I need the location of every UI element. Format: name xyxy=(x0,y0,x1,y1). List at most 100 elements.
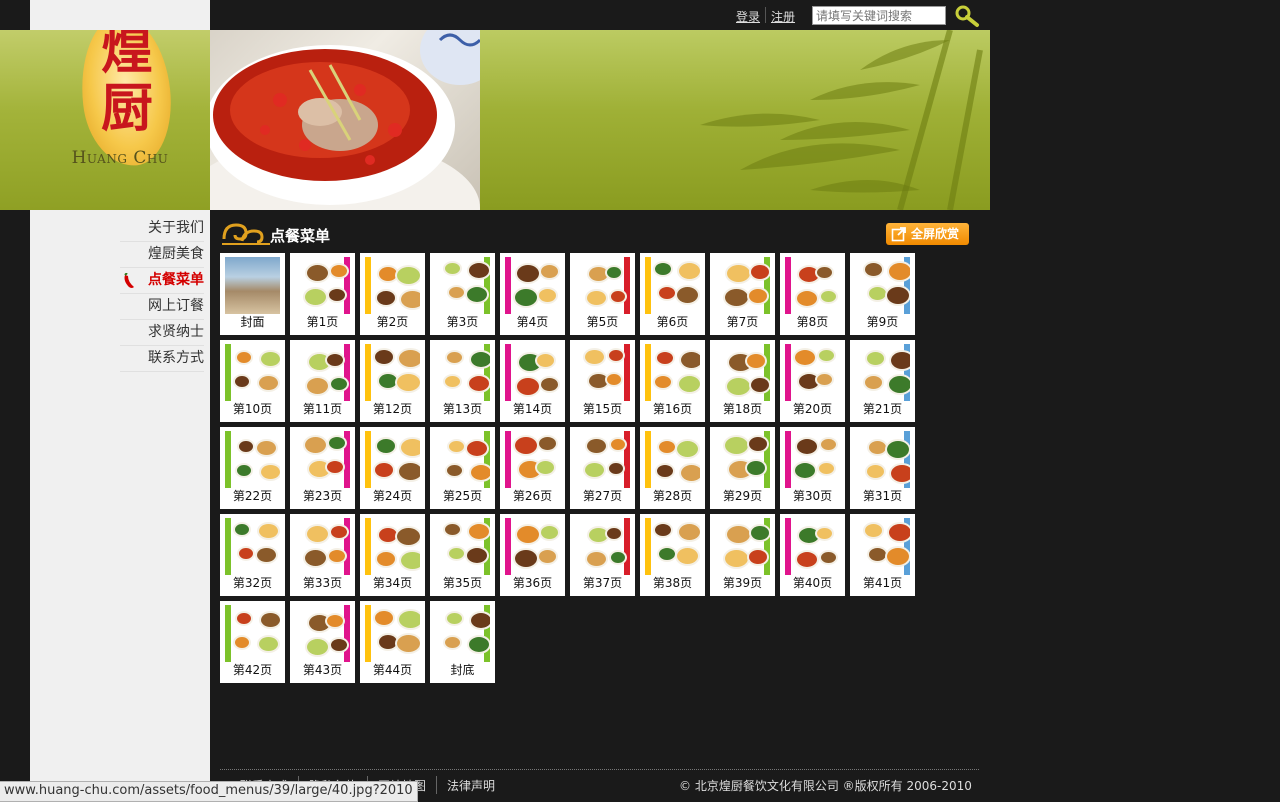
search-icon[interactable] xyxy=(954,4,980,28)
nav-item-menu[interactable]: 点餐菜单 xyxy=(120,268,204,294)
dish-photo xyxy=(607,267,621,278)
menu-page-thumbnail[interactable]: 第18页 xyxy=(710,340,775,422)
dish-photo xyxy=(611,291,625,302)
dish-photo xyxy=(401,291,420,308)
fullscreen-button[interactable]: 全屏欣赏 xyxy=(886,223,969,245)
chili-pepper-icon xyxy=(124,273,134,288)
nav-item-online-order[interactable]: 网上订餐 xyxy=(120,294,204,320)
menu-page-thumbnail[interactable]: 第8页 xyxy=(780,253,845,335)
menu-page-thumbnail[interactable]: 第37页 xyxy=(570,514,635,596)
menu-page-thumbnail[interactable]: 第27页 xyxy=(570,427,635,509)
dish-photo xyxy=(659,287,675,299)
menu-page-image xyxy=(435,518,490,575)
dish-photo xyxy=(397,267,420,284)
menu-page-thumbnail[interactable]: 第3页 xyxy=(430,253,495,335)
menu-page-label: 第1页 xyxy=(306,315,339,329)
dish-photo xyxy=(307,639,328,655)
dish-photo xyxy=(799,374,819,389)
dish-photo xyxy=(307,378,328,394)
menu-page-thumbnail[interactable]: 第7页 xyxy=(710,253,775,335)
menu-page-thumbnail[interactable]: 第36页 xyxy=(500,514,565,596)
dish-photo xyxy=(469,524,489,539)
menu-page-thumbnail[interactable]: 第15页 xyxy=(570,340,635,422)
dish-photo xyxy=(795,350,815,365)
menu-page-thumbnail[interactable]: 第12页 xyxy=(360,340,425,422)
menu-page-thumbnail[interactable]: 第39页 xyxy=(710,514,775,596)
menu-page-image xyxy=(715,518,770,575)
register-link[interactable]: 注册 xyxy=(771,8,795,25)
banner-edge xyxy=(0,30,30,210)
menu-page-thumbnail[interactable]: 第22页 xyxy=(220,427,285,509)
menu-page-thumbnail[interactable]: 第23页 xyxy=(290,427,355,509)
page-color-stripe xyxy=(365,431,371,488)
menu-page-thumbnail[interactable]: 第21页 xyxy=(850,340,915,422)
nav-item-about-us[interactable]: 关于我们 xyxy=(120,216,204,242)
page-color-stripe xyxy=(365,605,371,662)
dish-photo xyxy=(611,439,625,450)
menu-page-label: 第3页 xyxy=(446,315,479,329)
menu-page-thumbnail[interactable]: 第29页 xyxy=(710,427,775,509)
logo[interactable]: 煌厨 Huang Chu xyxy=(30,30,210,210)
cloud-ornament-icon xyxy=(222,223,270,245)
menu-page-thumbnail[interactable]: 第9页 xyxy=(850,253,915,335)
dish-photo xyxy=(817,374,832,385)
page-color-stripe xyxy=(365,518,371,575)
dish-photo xyxy=(679,263,700,279)
menu-page-thumbnail[interactable]: 封底 xyxy=(430,601,495,683)
menu-page-thumbnail[interactable]: 第33页 xyxy=(290,514,355,596)
login-link[interactable]: 登录 xyxy=(736,8,760,25)
menu-page-thumbnail[interactable]: 第35页 xyxy=(430,514,495,596)
dish-photo xyxy=(329,289,345,301)
menu-page-image xyxy=(505,257,560,314)
menu-page-thumbnail[interactable]: 第42页 xyxy=(220,601,285,683)
menu-page-thumbnail[interactable]: 第24页 xyxy=(360,427,425,509)
menu-page-thumbnail[interactable]: 封面 xyxy=(220,253,285,335)
dish-photo xyxy=(471,352,490,367)
menu-page-thumbnail[interactable]: 第40页 xyxy=(780,514,845,596)
menu-page-thumbnail[interactable]: 第32页 xyxy=(220,514,285,596)
menu-page-thumbnail[interactable]: 第28页 xyxy=(640,427,705,509)
menu-page-thumbnail[interactable]: 第2页 xyxy=(360,253,425,335)
menu-page-label: 第12页 xyxy=(372,402,413,416)
footer-divider xyxy=(220,769,979,770)
page-color-stripe xyxy=(785,257,791,314)
menu-page-label: 第18页 xyxy=(722,402,763,416)
nav-item-careers[interactable]: 求贤纳士 xyxy=(120,320,204,346)
search-input[interactable] xyxy=(812,6,946,25)
menu-page-label: 第38页 xyxy=(652,576,693,590)
dish-photo xyxy=(515,437,537,454)
menu-page-thumbnail[interactable]: 第5页 xyxy=(570,253,635,335)
menu-page-thumbnail[interactable]: 第25页 xyxy=(430,427,495,509)
page-color-stripe xyxy=(344,518,350,575)
dish-photo xyxy=(239,548,253,559)
menu-page-thumbnail[interactable]: 第10页 xyxy=(220,340,285,422)
dish-photo xyxy=(725,550,748,567)
dish-photo xyxy=(377,552,395,566)
menu-page-thumbnail[interactable]: 第43页 xyxy=(290,601,355,683)
menu-page-thumbnail[interactable]: 第31页 xyxy=(850,427,915,509)
menu-page-thumbnail[interactable]: 第11页 xyxy=(290,340,355,422)
menu-page-thumbnail[interactable]: 第16页 xyxy=(640,340,705,422)
logo-english-text: Huang Chu xyxy=(71,148,169,168)
menu-page-thumbnail[interactable]: 第1页 xyxy=(290,253,355,335)
menu-page-thumbnail[interactable]: 第41页 xyxy=(850,514,915,596)
menu-page-thumbnail[interactable]: 第20页 xyxy=(780,340,845,422)
menu-page-thumbnail[interactable]: 第6页 xyxy=(640,253,705,335)
dish-photo xyxy=(725,437,748,454)
menu-page-label: 第34页 xyxy=(372,576,413,590)
menu-page-thumbnail[interactable]: 第14页 xyxy=(500,340,565,422)
menu-page-thumbnail[interactable]: 第13页 xyxy=(430,340,495,422)
menu-page-thumbnail[interactable]: 第26页 xyxy=(500,427,565,509)
menu-page-thumbnail[interactable]: 第34页 xyxy=(360,514,425,596)
dish-photo xyxy=(865,524,882,537)
nav-item-contact[interactable]: 联系方式 xyxy=(120,346,204,372)
dish-photo xyxy=(869,548,886,561)
footer-link-legal[interactable]: 法律声明 xyxy=(447,777,495,794)
menu-page-thumbnail[interactable]: 第38页 xyxy=(640,514,705,596)
menu-page-thumbnail[interactable]: 第30页 xyxy=(780,427,845,509)
menu-page-thumbnail[interactable]: 第44页 xyxy=(360,601,425,683)
nav-item-cuisine[interactable]: 煌厨美食 xyxy=(120,242,204,268)
dish-photo xyxy=(445,637,460,648)
dish-photo xyxy=(261,352,280,366)
menu-page-thumbnail[interactable]: 第4页 xyxy=(500,253,565,335)
